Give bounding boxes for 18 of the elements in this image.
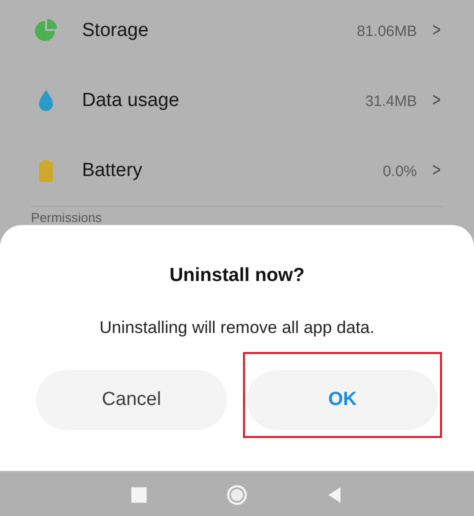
row-value: 31.4MB (365, 92, 417, 110)
settings-row[interactable]: Data usage 31.4MB > (0, 66, 474, 136)
row-label: Storage (82, 20, 150, 42)
chevron-icon: > (432, 90, 441, 112)
row-value: 0.0% (382, 162, 417, 180)
chevron-icon: > (432, 160, 441, 182)
pie-chart-icon (34, 19, 58, 43)
home-icon[interactable] (226, 484, 248, 506)
dialog-message: Uninstalling will remove all app data. (100, 318, 374, 338)
cancel-button[interactable]: Cancel (36, 370, 227, 430)
settings-row[interactable]: Battery 0.0% > (0, 136, 474, 206)
dialog-title: Uninstall now? (169, 265, 305, 287)
row-label: Battery (82, 160, 144, 182)
settings-row[interactable]: Storage 81.06MB > (0, 0, 474, 66)
section-header: Permissions (31, 210, 102, 225)
row-label: Data usage (82, 90, 180, 112)
row-value: 81.06MB (356, 22, 417, 40)
chevron-icon: > (432, 20, 441, 42)
